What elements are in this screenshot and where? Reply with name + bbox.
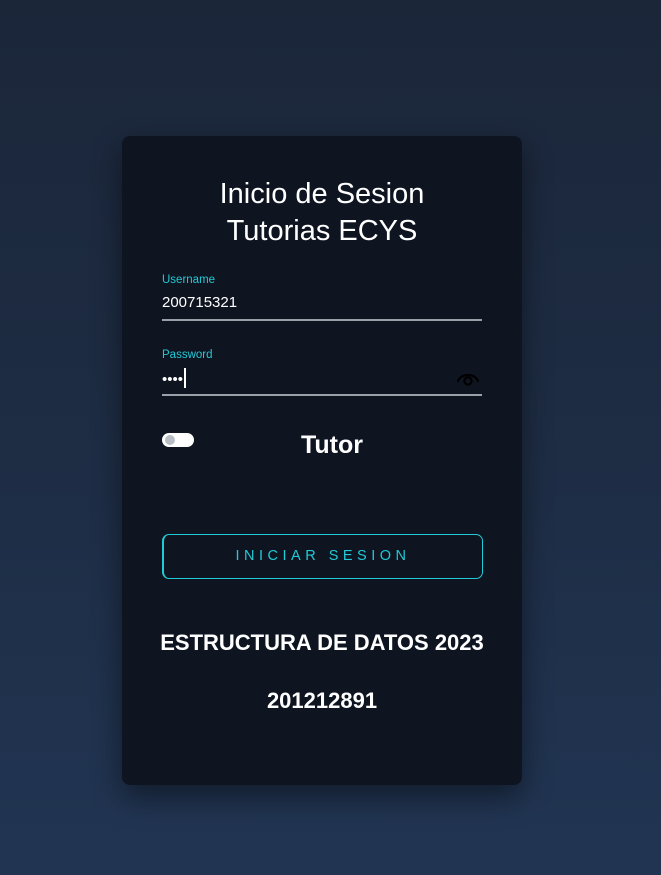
username-field[interactable]: Username 200715321 [162, 273, 482, 321]
password-input[interactable]: •••• [162, 368, 482, 396]
password-field[interactable]: Password •••• [162, 348, 482, 396]
title-line-1: Inicio de Sesion [219, 178, 425, 210]
login-title: Inicio de Sesion Tutorias ECYS [122, 176, 522, 250]
username-label: Username [162, 274, 216, 286]
password-label: Password [162, 349, 213, 361]
username-value: 200715321 [162, 294, 238, 311]
password-value: •••• [162, 371, 184, 388]
login-card: Inicio de Sesion Tutorias ECYS Username … [122, 136, 522, 785]
toggle-knob [165, 435, 175, 445]
tutor-toggle-switch[interactable] [162, 433, 194, 447]
eye-icon[interactable] [456, 368, 480, 388]
tutor-label: Tutor [300, 431, 363, 459]
username-input[interactable]: 200715321 [162, 293, 482, 321]
course-text: ESTRUCTURA DE DATOS 2023 [160, 630, 484, 655]
title-line-2: Tutorias ECYS [226, 215, 418, 247]
student-id-text: 201212891 [266, 688, 378, 713]
text-caret [184, 368, 186, 388]
login-button[interactable]: INICIAR SESION [162, 534, 483, 579]
tutor-toggle-row: Tutor [162, 431, 482, 463]
